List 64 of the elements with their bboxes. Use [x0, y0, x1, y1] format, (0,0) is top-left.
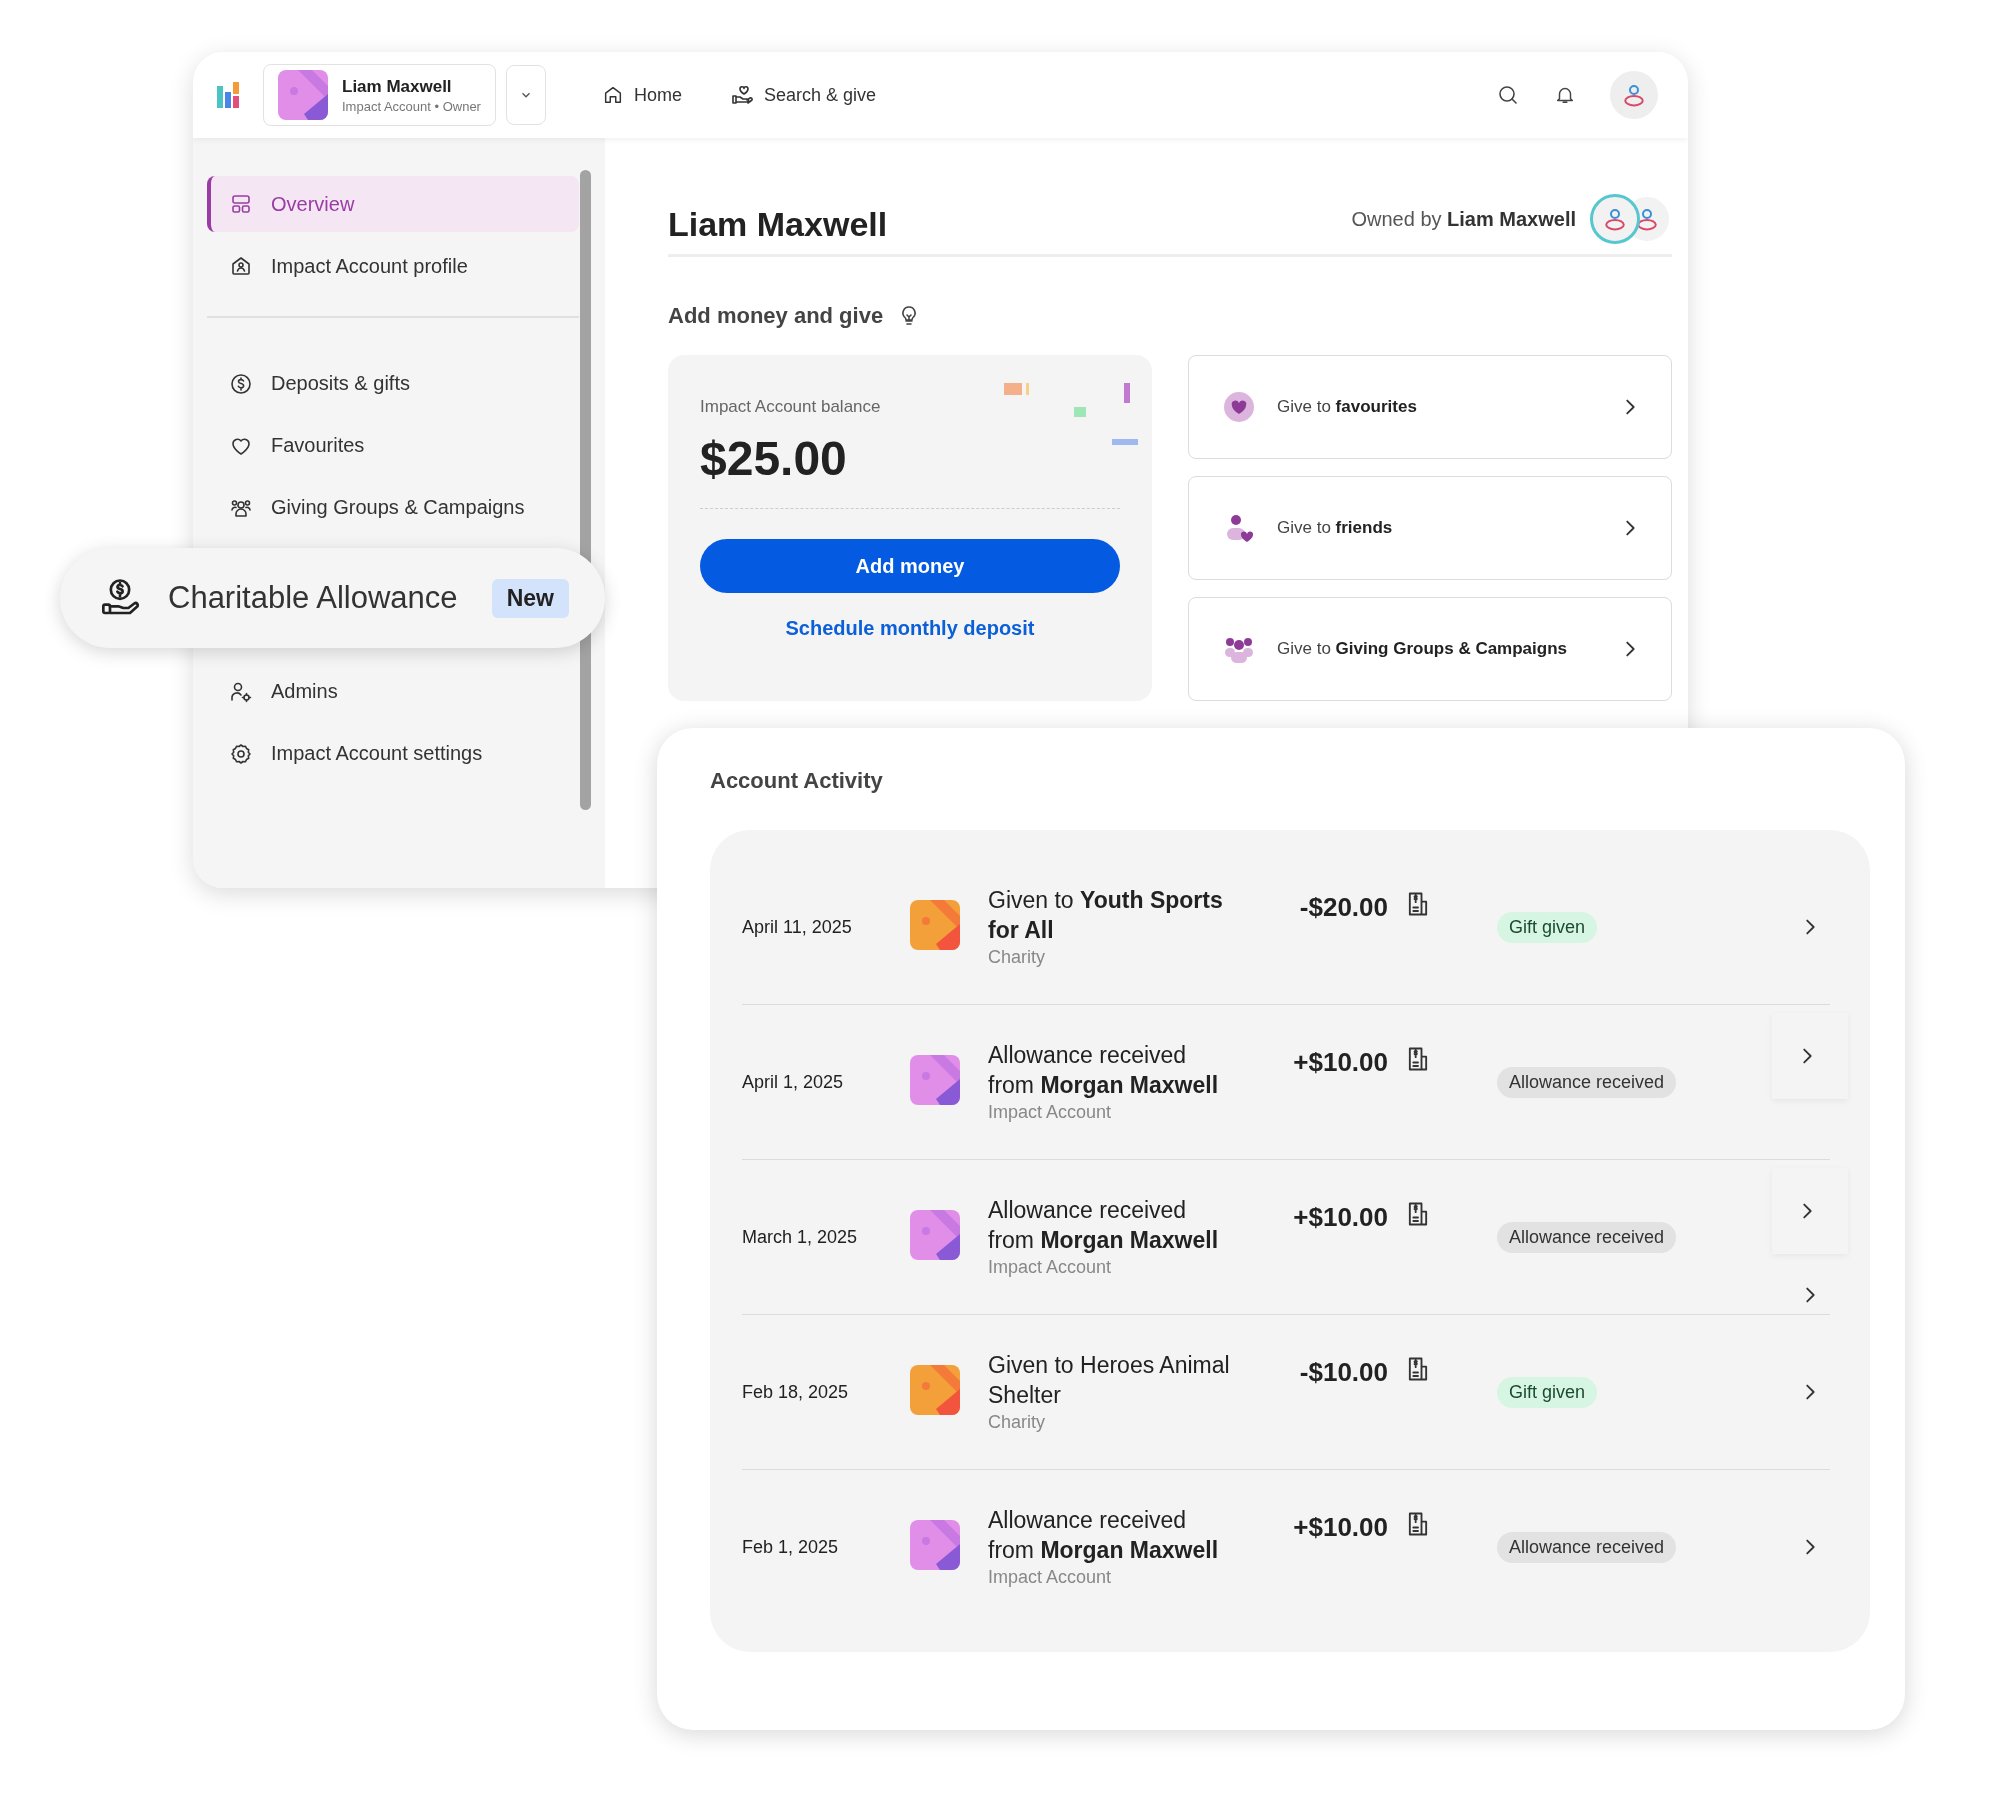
activity-amount: -$10.00: [1298, 1357, 1388, 1388]
new-badge: New: [491, 578, 569, 618]
balance-amount: $25.00: [700, 431, 848, 486]
activity-title-text: Allowance received from Morgan Maxwell: [988, 1505, 1220, 1565]
account-avatar-icon: [910, 1055, 960, 1105]
status-badge: Gift given: [1497, 1376, 1598, 1408]
nav-link[interactable]: Search & give: [729, 83, 877, 107]
activity-amount: +$10.00: [1292, 1512, 1388, 1543]
hand-heart-icon: [729, 83, 754, 107]
account-avatar-icon: [910, 1520, 960, 1570]
sidebar-item[interactable]: Impact Account profile: [207, 238, 579, 294]
activity-type: Impact Account: [988, 1257, 1113, 1279]
search-icon: [1496, 83, 1520, 107]
status-badge: Allowance received: [1497, 1531, 1677, 1563]
nav-link[interactable]: Home: [601, 83, 682, 107]
add-money-button[interactable]: Add money: [700, 539, 1120, 593]
status-badge: Allowance received: [1497, 1221, 1677, 1253]
activity-type: Charity: [988, 947, 1046, 969]
user-avatar[interactable]: [1610, 71, 1658, 119]
page-title: Liam Maxwell: [668, 205, 888, 244]
profile-icon: [229, 254, 253, 278]
sidebar-item[interactable]: Deposits & gifts: [207, 355, 579, 412]
section-title: Add money and give: [668, 303, 884, 329]
give-option[interactable]: Give to friends: [1188, 476, 1672, 580]
activity-amount: +$10.00: [1292, 1202, 1388, 1233]
status-badge: Allowance received: [1497, 1066, 1677, 1098]
sidebar-item[interactable]: Impact Account settings: [207, 725, 579, 782]
activity-title-text: Given to Heroes Animal Shelter: [988, 1350, 1231, 1410]
settings-icon: [229, 741, 253, 766]
account-switcher[interactable]: Liam Maxwell Impact Account • Owner: [263, 64, 496, 126]
activity-type: Impact Account: [988, 1102, 1113, 1124]
activity-date: March 1, 2025: [742, 1226, 859, 1248]
activity-type: Charity: [988, 1412, 1046, 1434]
owner-avatar: [1590, 194, 1640, 244]
activity-title-text: Allowance received from Morgan Maxwell: [988, 1040, 1220, 1100]
account-name: Liam Maxwell: [342, 76, 453, 97]
dollar-icon: [229, 371, 253, 396]
account-role: Impact Account • Owner: [342, 98, 481, 114]
owner-text: Owned by Liam Maxwell: [1351, 207, 1576, 231]
activity-type: Impact Account: [988, 1567, 1113, 1589]
account-avatar-icon: [910, 1365, 960, 1415]
activity-title: Account Activity: [710, 768, 884, 794]
activity-amount: -$20.00: [1298, 892, 1388, 923]
sidebar-item[interactable]: Giving Groups & Campaigns: [207, 479, 579, 536]
activity-date: Feb 1, 2025: [742, 1536, 840, 1558]
sidebar-item[interactable]: Overview: [207, 176, 579, 232]
status-badge: Gift given: [1497, 911, 1598, 943]
schedule-link[interactable]: Schedule monthly deposit: [700, 617, 1120, 640]
callout-label: Charitable Allowance: [168, 580, 458, 616]
account-avatar-icon: [910, 1210, 960, 1260]
layout-icon: [229, 192, 253, 216]
activity-date: April 11, 2025: [742, 916, 853, 938]
account-avatar-icon: [910, 900, 960, 950]
sidebar-item[interactable]: Favourites: [207, 417, 579, 474]
sidebar-item[interactable]: Admins: [207, 663, 579, 720]
give-option[interactable]: Give to Giving Groups & Campaigns: [1188, 597, 1672, 701]
activity-title-text: Given to Youth Sports for All: [988, 885, 1224, 945]
account-avatar-icon: [278, 70, 328, 120]
activity-date: April 1, 2025: [742, 1071, 845, 1093]
activity-date: Feb 18, 2025: [742, 1381, 850, 1403]
activity-title-text: Allowance received from Morgan Maxwell: [988, 1195, 1220, 1255]
balance-label: Impact Account balance: [700, 397, 882, 417]
activity-amount: +$10.00: [1292, 1047, 1388, 1078]
give-option[interactable]: Give to favourites: [1188, 355, 1672, 459]
